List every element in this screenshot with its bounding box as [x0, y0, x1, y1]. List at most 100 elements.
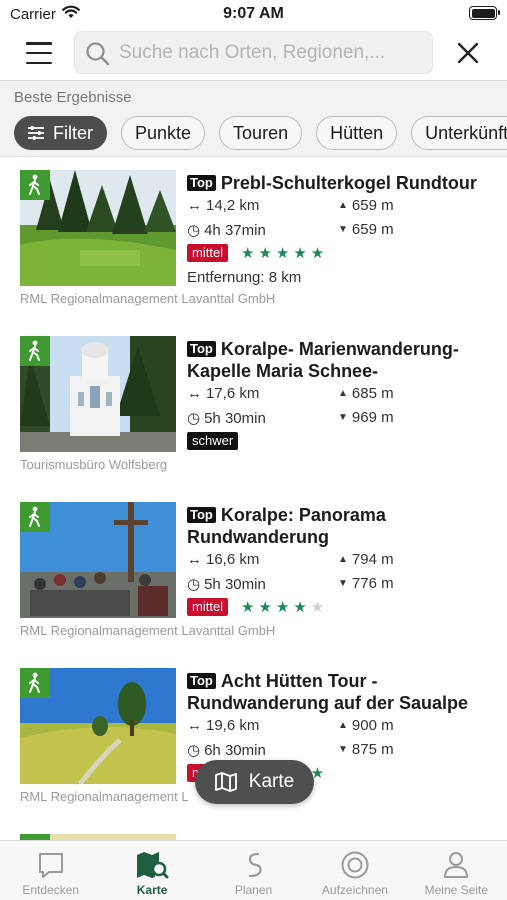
record-icon: [341, 851, 369, 879]
filter-chip[interactable]: Filter: [14, 116, 107, 150]
distance-icon: ↔: [187, 551, 202, 568]
speech-bubble-icon: [38, 853, 63, 878]
tour-ascent: ▲ 900 m: [338, 717, 394, 734]
search-box[interactable]: [74, 31, 433, 74]
person-icon: [444, 852, 469, 878]
tour-ascent: ▲ 659 m: [338, 197, 394, 214]
tour-distance: ↔ 17,6 km: [187, 385, 260, 402]
tab-karte[interactable]: Karte: [101, 841, 202, 900]
tour-title[interactable]: Top Prebl-Schulterkogel Rundtour: [187, 172, 492, 194]
tab-entdecken[interactable]: Entdecken: [0, 841, 101, 900]
tour-descent: ▼ 776 m: [338, 575, 394, 592]
tour-title[interactable]: Top Koralpe- Marienwanderung-Kapelle Mari…: [187, 338, 492, 382]
search-input[interactable]: [119, 32, 424, 73]
hiking-icon: [20, 502, 50, 532]
filter-chips: Filter Punkte Touren Hütten Unterkünfte: [14, 116, 507, 150]
tab-bar: Entdecken Karte Planen Aufzeichnen Meine…: [0, 840, 507, 900]
hiking-icon: [20, 170, 50, 200]
distance-icon: ↔: [187, 717, 202, 734]
hiking-icon: [20, 336, 50, 366]
tour-title[interactable]: Top Acht Hütten Tour - Rundwanderung auf …: [187, 670, 492, 714]
chip-unterkuenfte[interactable]: Unterkünfte: [411, 116, 507, 150]
tour-thumbnail[interactable]: [20, 170, 176, 286]
tour-thumbnail[interactable]: [20, 668, 176, 784]
source-text: RML Regionalmanagement Lavanttal GmbH: [20, 291, 276, 306]
tour-title[interactable]: Top Koralpe: Panorama Rundwanderung: [187, 504, 492, 548]
top-badge: Top: [187, 507, 216, 523]
tour-descent: ▼ 875 m: [338, 741, 394, 758]
rating-stars: ★★★★★: [241, 245, 329, 262]
map-button[interactable]: Karte: [195, 760, 314, 804]
tour-ascent: ▲ 685 m: [338, 385, 394, 402]
tour-descent: ▼ 659 m: [338, 221, 394, 238]
tab-planen[interactable]: Planen: [203, 841, 304, 900]
tour-ascent: ▲ 794 m: [338, 551, 394, 568]
proximity-text: Entfernung: 8 km: [187, 269, 302, 286]
results-panel: Beste Ergebnisse Filter Punkte Touren Hü…: [0, 80, 507, 157]
map-search-icon: [137, 852, 169, 879]
tab-label: Planen: [234, 883, 273, 897]
results-label: Beste Ergebnisse: [14, 89, 132, 106]
source-text: Tourismusbüro Wolfsberg: [20, 457, 168, 472]
status-bar: Carrier 9:07 AM: [0, 0, 507, 28]
tour-distance: ↔ 19,6 km: [187, 717, 260, 734]
tour-descent: ▼ 969 m: [338, 409, 394, 426]
ascent-icon: ▲: [338, 388, 348, 399]
tab-aufzeichnen[interactable]: Aufzeichnen: [304, 841, 405, 900]
tab-label: Entdecken: [22, 883, 80, 897]
map-button-label: Karte: [248, 771, 295, 792]
tour-thumbnail[interactable]: [20, 502, 176, 618]
clock-icon: ◷: [187, 742, 201, 759]
descent-icon: ▼: [338, 412, 348, 423]
distance-icon: ↔: [187, 197, 202, 214]
menu-button[interactable]: [24, 40, 54, 66]
tab-meine-seite[interactable]: Meine Seite: [406, 841, 507, 900]
top-badge: Top: [187, 175, 216, 191]
route-icon: [248, 852, 262, 878]
difficulty-badge: mittel: [187, 598, 229, 616]
tab-label: Karte: [136, 883, 168, 897]
ascent-icon: ▲: [338, 720, 348, 731]
hiking-icon: [20, 668, 50, 698]
tour-distance: ↔ 14,2 km: [187, 197, 260, 214]
tour-duration: ◷ 6h 30min: [187, 741, 266, 760]
top-badge: Top: [187, 673, 216, 689]
descent-icon: ▼: [338, 578, 348, 589]
list-item[interactable]: Top Koralpe: Panorama Rundwanderung ↔ 16,6…: [0, 490, 507, 656]
battery-icon: [469, 6, 500, 20]
clock-icon: ◷: [187, 222, 201, 239]
tour-duration: ◷ 5h 30min: [187, 409, 266, 428]
list-item[interactable]: Top Prebl-Schulterkogel Rundtour ↔ 14,2 km…: [0, 158, 507, 324]
search-header: [0, 30, 507, 78]
source-text: RML Regionalmanagement Lavanttal GmbH: [20, 623, 276, 638]
tour-duration: ◷ 4h 37min: [187, 221, 266, 240]
tab-label: Meine Seite: [424, 883, 489, 897]
map-icon: [214, 772, 237, 792]
distance-icon: ↔: [187, 385, 202, 402]
top-badge: Top: [187, 341, 216, 357]
sliders-icon: [28, 126, 44, 140]
ascent-icon: ▲: [338, 200, 348, 211]
ascent-icon: ▲: [338, 554, 348, 565]
tour-distance: ↔ 16,6 km: [187, 551, 260, 568]
list-item[interactable]: Top Koralpe- Marienwanderung-Kapelle Mari…: [0, 324, 507, 490]
chip-huetten[interactable]: Hütten: [316, 116, 398, 150]
clock-icon: ◷: [187, 410, 201, 427]
chip-touren[interactable]: Touren: [219, 116, 303, 150]
close-icon[interactable]: [454, 39, 482, 67]
tour-duration: ◷ 5h 30min: [187, 575, 266, 594]
rating-stars: ★★★★★: [241, 599, 329, 616]
search-icon: [86, 42, 110, 66]
chip-punkte[interactable]: Punkte: [121, 116, 206, 150]
list-item[interactable]: [0, 822, 507, 842]
status-time: 9:07 AM: [223, 5, 284, 22]
descent-icon: ▼: [338, 224, 348, 235]
tour-thumbnail[interactable]: [20, 336, 176, 452]
filter-chip-label: Filter: [53, 122, 93, 143]
clock-icon: ◷: [187, 576, 201, 593]
difficulty-badge: mittel: [187, 244, 229, 262]
tab-label: Aufzeichnen: [321, 883, 388, 897]
descent-icon: ▼: [338, 744, 348, 755]
source-text: RML Regionalmanagement L: [20, 789, 189, 804]
difficulty-badge: schwer: [187, 432, 239, 450]
